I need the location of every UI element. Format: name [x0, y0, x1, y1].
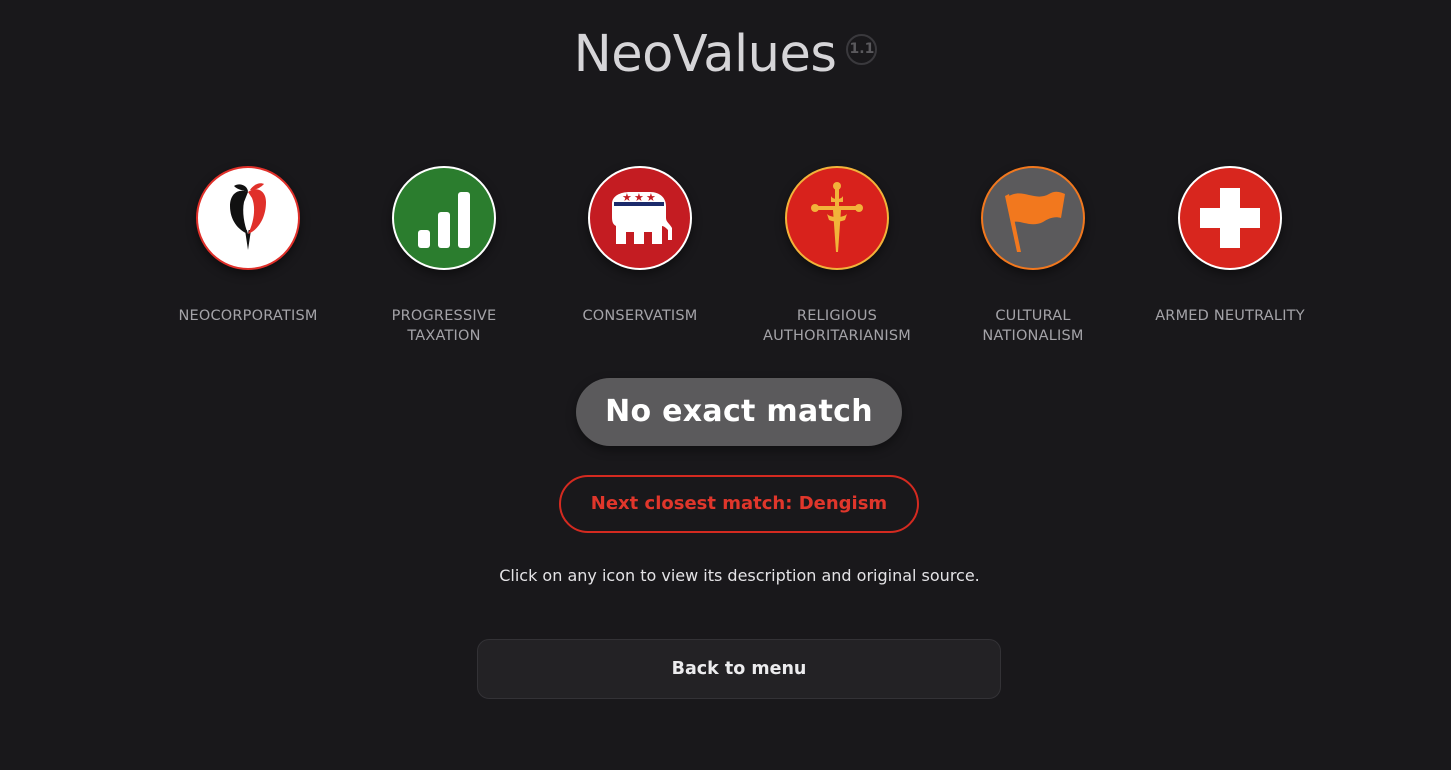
ideology-conservatism[interactable]: ★ ★ ★ CONSERVATISM	[550, 166, 730, 326]
results-page: NeoValues 1.1 NEOCORPORATISM PROGRESSIVE…	[0, 0, 1451, 770]
ideology-label: RELIGIOUS AUTHORITARIANISM	[762, 308, 912, 344]
ideology-label: CULTURAL NATIONALISM	[982, 308, 1084, 344]
swiss-cross-icon[interactable]	[1178, 166, 1282, 270]
ideology-label: CONSERVATISM	[582, 308, 698, 324]
ideology-progressive-taxation[interactable]: PROGRESSIVE TAXATION	[354, 166, 534, 346]
svg-text:★: ★	[622, 191, 632, 204]
svg-text:★: ★	[646, 191, 656, 204]
flag-icon[interactable]	[981, 166, 1085, 270]
svg-text:★: ★	[634, 191, 644, 204]
ideology-religious-authoritarianism[interactable]: RELIGIOUS AUTHORITARIANISM	[747, 166, 927, 346]
version-badge: 1.1	[846, 33, 878, 65]
ideology-cultural-nationalism[interactable]: CULTURAL NATIONALISM	[943, 166, 1123, 346]
ideology-neocorporatism[interactable]: NEOCORPORATISM	[158, 166, 338, 326]
bar-chart-icon[interactable]	[392, 166, 496, 270]
ideology-armed-neutrality[interactable]: ARMED NEUTRALITY	[1140, 166, 1320, 326]
page-title: NeoValues	[573, 25, 837, 84]
cross-of-santiago-icon[interactable]	[785, 166, 889, 270]
ideology-icons-row: NEOCORPORATISM PROGRESSIVE TAXATION ★ ★ …	[0, 166, 1451, 356]
title-row: NeoValues 1.1	[0, 22, 1451, 88]
instruction-text: Click on any icon to view its descriptio…	[499, 566, 980, 585]
ideology-label: ARMED NEUTRALITY	[1155, 308, 1305, 324]
tulip-icon[interactable]	[196, 166, 300, 270]
elephant-icon[interactable]: ★ ★ ★	[588, 166, 692, 270]
ideology-label: PROGRESSIVE TAXATION	[391, 308, 497, 344]
back-to-menu-button[interactable]: Back to menu	[477, 639, 1001, 699]
next-closest-match-button[interactable]: Next closest match: Dengism	[559, 475, 919, 533]
match-result-badge: No exact match	[576, 378, 902, 446]
ideology-label: NEOCORPORATISM	[178, 308, 318, 324]
